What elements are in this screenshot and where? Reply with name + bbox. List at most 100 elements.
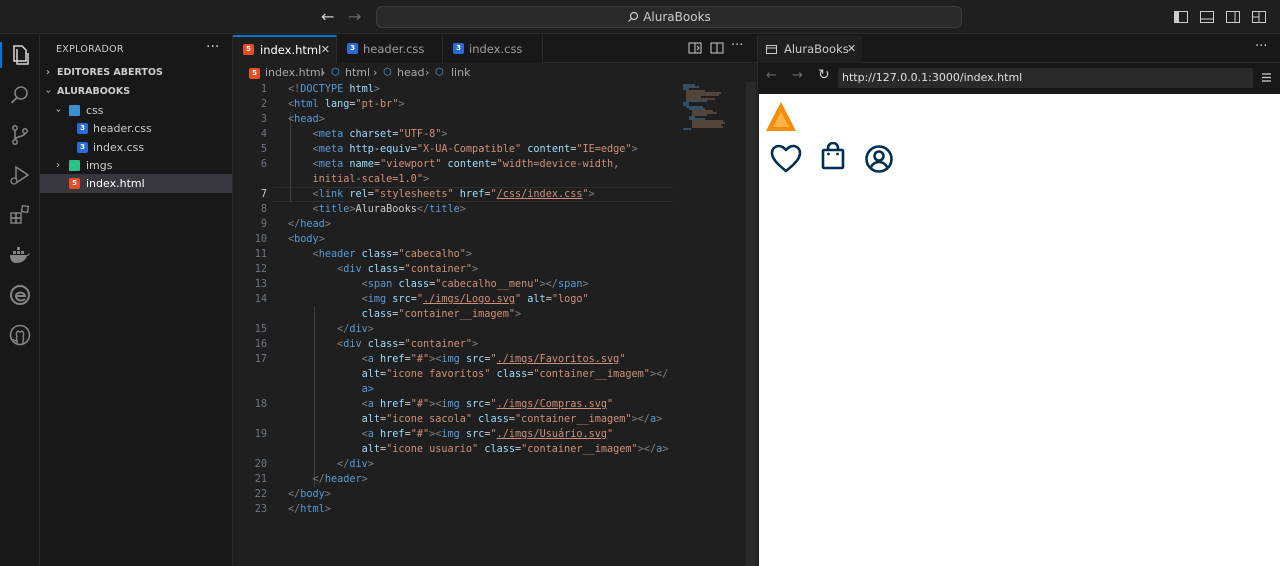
tab-header-css[interactable]: 3 header.css: [337, 35, 443, 63]
command-center-search[interactable]: AluraBooks: [376, 6, 962, 28]
line-number: 2: [260, 99, 267, 110]
docker-icon[interactable]: [8, 243, 32, 267]
tab-preview-alurabooks[interactable]: AluraBooks ✕: [758, 35, 862, 63]
code-line: <div class="container">: [337, 264, 479, 275]
breadcrumb-separator: ›: [321, 66, 326, 79]
code-line: <div class="container">: [337, 339, 479, 350]
code-line: alt="icone usuario" class="container__im…: [361, 444, 669, 455]
tree-file-index-css[interactable]: 3 index.css: [40, 138, 232, 157]
activity-bar: [0, 35, 40, 566]
tree-folder-imgs-label: imgs: [86, 159, 113, 172]
more-actions-icon[interactable]: ···: [1255, 39, 1267, 54]
css-file-icon: 3: [453, 43, 464, 54]
line-number: 6: [260, 159, 267, 170]
code-line: <header class="cabecalho">: [312, 249, 473, 260]
code-line: <a href="#"><img src="./imgs/Favoritos.s…: [361, 354, 626, 365]
preview-toolbar: ← → ↻ http://127.0.0.1:3000/index.html: [758, 64, 1280, 92]
explorer-icon[interactable]: [8, 43, 32, 67]
source-control-icon[interactable]: [8, 123, 32, 147]
preview-tab-label: AluraBooks: [784, 42, 849, 56]
explorer-more-actions[interactable]: ···: [206, 39, 219, 55]
shopping-bag-icon[interactable]: [821, 142, 845, 170]
tab-index-css-label: index.css: [469, 42, 523, 56]
minimap[interactable]: [681, 82, 745, 142]
toggle-secondary-sidebar-icon[interactable]: [1225, 9, 1241, 25]
logo-icon[interactable]: [764, 100, 798, 134]
breadcrumb: 5 index.html › ⬡ html › ⬡ head › ⬡ link: [233, 64, 757, 82]
element-tag-icon: ⬡: [383, 67, 392, 78]
edge-icon[interactable]: [8, 283, 32, 307]
more-actions-icon[interactable]: ···: [731, 38, 743, 53]
user-account-icon[interactable]: [864, 144, 894, 174]
back-icon[interactable]: ←: [766, 68, 777, 83]
breadcrumb-file[interactable]: index.html: [265, 64, 324, 82]
search-icon[interactable]: [8, 83, 32, 107]
line-number: 21: [254, 474, 267, 485]
tree-file-index-html[interactable]: 5 index.html: [40, 174, 232, 193]
tab-header-css-label: header.css: [363, 42, 425, 56]
element-tag-icon: ⬡: [331, 67, 340, 78]
open-editors-section[interactable]: › EDITORES ABERTOS: [40, 63, 232, 82]
code-line: <a href="#"><img src="./imgs/Usuário.svg…: [361, 429, 614, 440]
title-bar: ← → AluraBooks: [0, 0, 1280, 34]
preview-tabs: AluraBooks ✕ ···: [758, 35, 1280, 63]
breadcrumb-separator: ›: [425, 66, 430, 79]
explorer-title: EXPLORADOR: [56, 44, 124, 55]
split-editor-icon[interactable]: [710, 41, 724, 55]
github-icon[interactable]: [8, 323, 32, 347]
line-number: 10: [254, 234, 267, 245]
search-icon: [628, 11, 639, 22]
css-file-icon: 3: [347, 43, 358, 54]
reload-icon[interactable]: ↻: [818, 67, 830, 83]
code-line: <img src="./imgs/Logo.svg" alt="logo": [361, 294, 589, 305]
html-file-icon: 5: [243, 44, 254, 55]
line-number: 1: [260, 84, 267, 95]
code-line: </body>: [288, 489, 331, 500]
extensions-icon[interactable]: [8, 203, 32, 227]
open-preview-icon[interactable]: [688, 41, 702, 55]
tab-index-html-label: index.html: [260, 43, 322, 57]
folder-images-icon: [69, 160, 80, 171]
chevron-right-icon: ›: [56, 160, 60, 171]
code-line: <span class="cabecalho__menu"></span>: [361, 279, 589, 290]
line-number: 17: [254, 354, 267, 365]
breadcrumb-html[interactable]: html: [345, 64, 370, 82]
tree-file-header-css[interactable]: 3 header.css: [40, 119, 232, 138]
line-number: 7: [260, 189, 267, 200]
breadcrumb-head[interactable]: head: [397, 64, 424, 82]
line-number: 8: [260, 204, 267, 215]
line-number: 5: [260, 144, 267, 155]
code-line: a>: [361, 384, 374, 395]
code-line: <body>: [288, 234, 325, 245]
favorites-heart-icon[interactable]: [770, 144, 802, 174]
line-number: 20: [254, 459, 267, 470]
breadcrumb-separator: ›: [373, 66, 378, 79]
project-section[interactable]: › ALURABOOKS: [40, 82, 232, 101]
line-number: 18: [254, 399, 267, 410]
run-debug-icon[interactable]: [8, 163, 32, 187]
css-file-icon: 3: [77, 123, 88, 134]
line-number: 4: [260, 129, 267, 140]
customize-layout-icon[interactable]: [1251, 9, 1267, 25]
close-icon[interactable]: ✕: [847, 35, 856, 63]
close-icon[interactable]: ✕: [321, 37, 330, 63]
line-number: 14: [254, 294, 267, 305]
tree-folder-css[interactable]: › css: [40, 101, 232, 120]
tree-folder-imgs[interactable]: › imgs: [40, 156, 232, 175]
command-center-text: AluraBooks: [643, 10, 711, 24]
back-icon[interactable]: ←: [321, 8, 334, 26]
tab-index-css[interactable]: 3 index.css: [443, 35, 543, 63]
tab-index-html[interactable]: 5 index.html ✕: [233, 35, 337, 63]
editor-scrollbar[interactable]: [746, 82, 756, 566]
breadcrumb-link[interactable]: link: [451, 64, 470, 82]
menu-icon[interactable]: [1261, 72, 1272, 83]
code-editor[interactable]: 1 2 3 4 5 6 7 8 9 10 11 12 13 14 15 16 17 18 19 20 21 22 23 <!…: [233, 82, 683, 566]
forward-icon[interactable]: →: [348, 8, 361, 26]
element-tag-icon: ⬡: [435, 67, 444, 78]
url-input[interactable]: http://127.0.0.1:3000/index.html: [838, 68, 1253, 88]
code-line: <meta http-equiv="X-UA-Compatible" conte…: [312, 144, 638, 155]
toggle-panel-icon[interactable]: [1199, 9, 1215, 25]
forward-icon[interactable]: →: [792, 68, 803, 83]
toggle-primary-sidebar-icon[interactable]: [1173, 9, 1189, 25]
code-line: <!DOCTYPE html>: [288, 84, 381, 95]
